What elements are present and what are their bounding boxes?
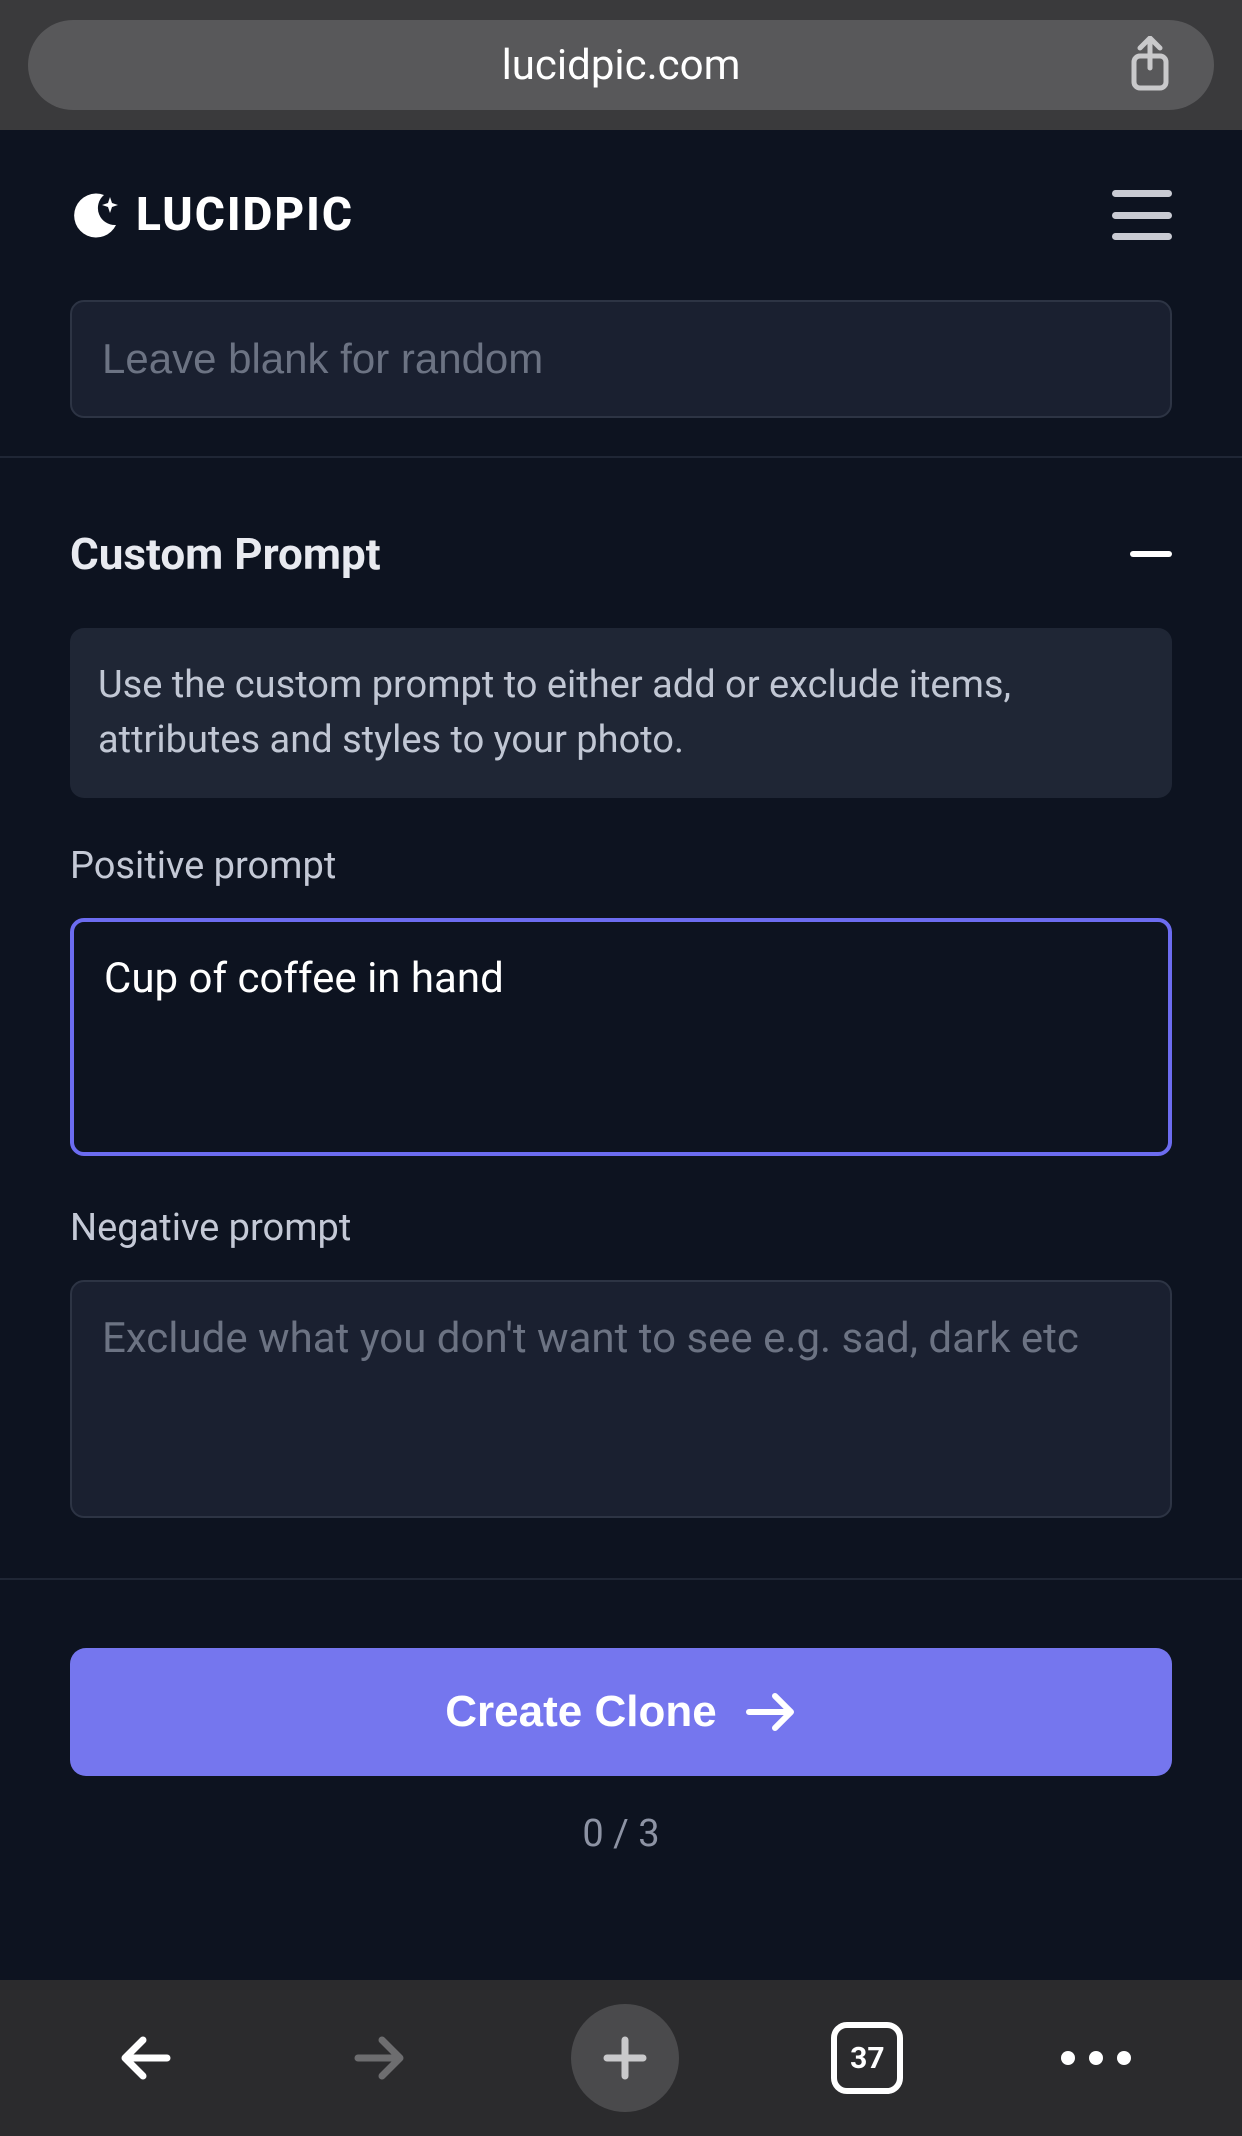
create-clone-button[interactable]: Create Clone xyxy=(70,1648,1172,1776)
more-icon xyxy=(1061,2051,1131,2065)
back-button[interactable] xyxy=(106,2018,186,2098)
app-header: LUCIDPIC xyxy=(0,130,1242,300)
plus-icon xyxy=(597,2030,653,2086)
help-text: Use the custom prompt to either add or e… xyxy=(70,628,1172,798)
positive-prompt-input[interactable] xyxy=(70,918,1172,1156)
random-input[interactable] xyxy=(70,300,1172,418)
hamburger-menu-button[interactable] xyxy=(1112,190,1172,240)
browser-bottom-toolbar: 37 xyxy=(0,1980,1242,2136)
custom-prompt-header[interactable]: Custom Prompt xyxy=(70,528,1172,580)
tab-count: 37 xyxy=(850,2041,884,2076)
generation-counter: 0 / 3 xyxy=(70,1812,1172,1856)
menu-icon-bar xyxy=(1112,233,1172,240)
brand-logo[interactable]: LUCIDPIC xyxy=(70,188,354,242)
section-title: Custom Prompt xyxy=(70,528,381,580)
positive-prompt-label: Positive prompt xyxy=(70,844,1172,888)
brand-name: LUCIDPIC xyxy=(136,188,354,242)
url-text: lucidpic.com xyxy=(502,41,741,90)
share-button[interactable] xyxy=(1126,37,1174,93)
share-icon xyxy=(1126,36,1174,94)
new-tab-button[interactable] xyxy=(571,2004,679,2112)
more-button[interactable] xyxy=(1056,2018,1136,2098)
address-bar[interactable]: lucidpic.com xyxy=(28,20,1214,110)
create-clone-label: Create Clone xyxy=(445,1687,716,1737)
content-area: Custom Prompt Use the custom prompt to e… xyxy=(0,300,1242,1856)
negative-prompt-label: Negative prompt xyxy=(70,1206,1172,1250)
forward-button[interactable] xyxy=(339,2018,419,2098)
arrow-left-icon xyxy=(119,2031,173,2085)
collapse-icon xyxy=(1130,551,1172,557)
menu-icon-bar xyxy=(1112,190,1172,197)
arrow-right-icon xyxy=(352,2031,406,2085)
tabs-button[interactable]: 37 xyxy=(831,2022,903,2094)
moon-icon xyxy=(70,189,122,241)
browser-address-area: lucidpic.com xyxy=(0,0,1242,130)
negative-prompt-input[interactable] xyxy=(70,1280,1172,1518)
divider xyxy=(0,1578,1242,1580)
divider xyxy=(0,456,1242,458)
menu-icon-bar xyxy=(1112,212,1172,219)
arrow-right-icon xyxy=(745,1690,797,1734)
